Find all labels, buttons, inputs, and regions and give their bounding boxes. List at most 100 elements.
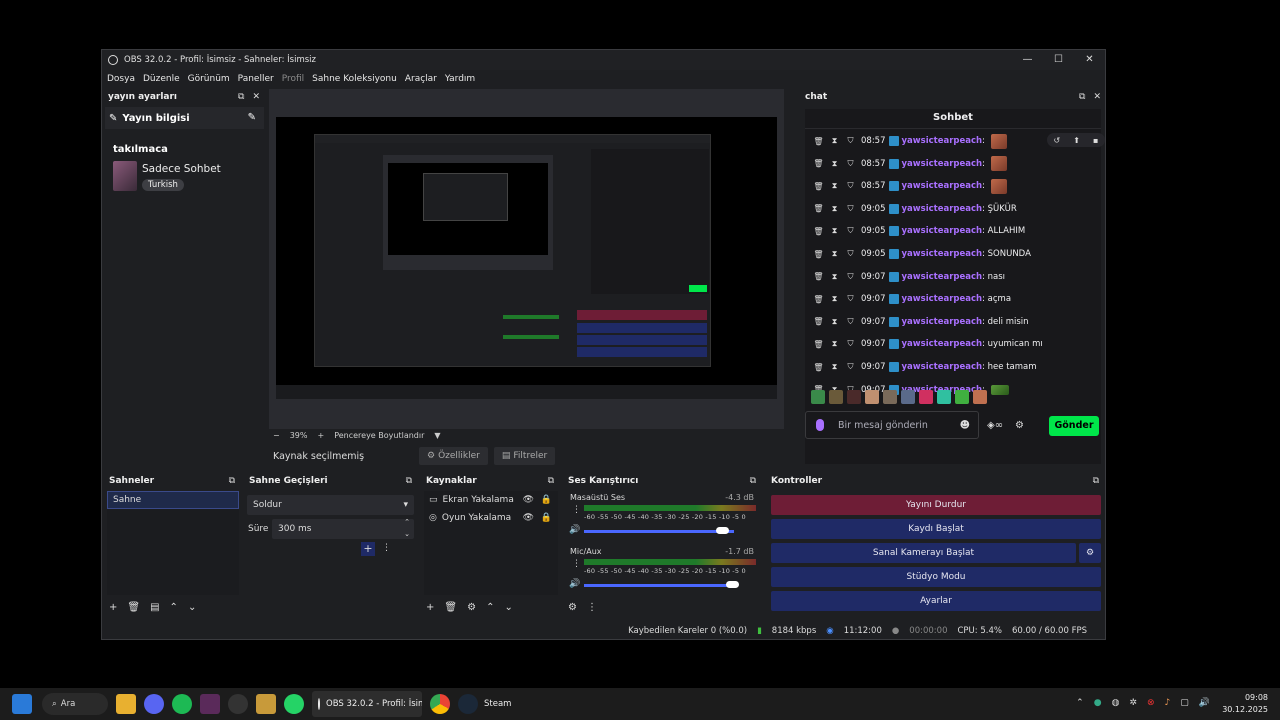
emoji-icon[interactable]: ☻: [960, 420, 970, 431]
down-icon[interactable]: ⌄: [188, 602, 196, 613]
tray-icon[interactable]: ◍: [1112, 698, 1120, 708]
popout-icon[interactable]: ⧉: [548, 476, 554, 486]
add-icon[interactable]: +: [109, 602, 117, 613]
eye-icon[interactable]: 👁: [523, 513, 534, 523]
menu-profil[interactable]: Profil: [282, 74, 304, 84]
trash-icon[interactable]: 🗑: [813, 295, 824, 304]
shield-icon[interactable]: ⛉: [845, 339, 856, 349]
trash-icon[interactable]: 🗑: [127, 602, 140, 613]
trash-icon[interactable]: 🗑: [813, 272, 824, 281]
tray-icon[interactable]: ●: [1094, 698, 1102, 708]
reply-icon[interactable]: ↺: [1054, 136, 1061, 145]
popout-icon[interactable]: ⧉: [750, 476, 756, 486]
more-icon[interactable]: ⋮: [572, 559, 581, 569]
popout-icon[interactable]: ⧉: [238, 92, 244, 102]
message-user[interactable]: yawsictearpeach: [902, 317, 983, 327]
edit-icon[interactable]: ✎: [248, 112, 256, 123]
menu-paneller[interactable]: Paneller: [238, 74, 274, 84]
close-icon[interactable]: ✕: [1093, 92, 1101, 102]
menu-yardim[interactable]: Yardım: [445, 74, 475, 84]
delete-icon[interactable]: ▪: [1093, 136, 1098, 145]
tray-icon[interactable]: ✲: [1129, 698, 1137, 708]
timeout-icon[interactable]: ⧗: [829, 136, 840, 146]
close-button[interactable]: ✕: [1074, 50, 1105, 70]
obs-app-icon[interactable]: [228, 694, 248, 714]
windows-start-icon[interactable]: [12, 694, 32, 714]
network-icon[interactable]: ▢: [1180, 698, 1189, 708]
virtual-camera-button[interactable]: Sanal Kamerayı Başlat: [771, 543, 1076, 563]
message-user[interactable]: yawsictearpeach: [902, 249, 983, 259]
source-item[interactable]: ▭ Ekran Yakalama 👁 🔒: [424, 491, 558, 509]
menu-duzenle[interactable]: Düzenle: [143, 74, 180, 84]
maximize-button[interactable]: ☐: [1043, 50, 1074, 70]
shield-icon[interactable]: ⛉: [845, 294, 856, 304]
message-user[interactable]: yawsictearpeach: [902, 362, 983, 372]
volume-icon[interactable]: 🔊: [1199, 698, 1210, 708]
trash-icon[interactable]: 🗑: [813, 340, 824, 349]
spotify-icon[interactable]: [172, 694, 192, 714]
trash-icon[interactable]: 🗑: [813, 204, 824, 213]
timeout-icon[interactable]: ⧗: [829, 204, 840, 214]
clock[interactable]: 09:08 30.12.2025: [1222, 692, 1268, 716]
trash-icon[interactable]: 🗑: [813, 182, 824, 191]
close-icon[interactable]: ✕: [252, 92, 260, 102]
popout-icon[interactable]: ⧉: [229, 476, 235, 486]
minimize-button[interactable]: —: [1012, 50, 1043, 70]
mixer-settings-icon[interactable]: ⚙: [568, 602, 577, 613]
speaker-icon[interactable]: 🔊: [569, 579, 580, 589]
timeout-icon[interactable]: ⧗: [829, 226, 840, 236]
obs-taskbar-button[interactable]: OBS 32.0.2 - Profil: İsimsiz: [312, 691, 422, 717]
source-item[interactable]: ◎ Oyun Yakalama 👁 🔒: [424, 509, 558, 527]
preview-canvas[interactable]: [276, 117, 777, 399]
up-icon[interactable]: ⌃: [486, 602, 494, 613]
duration-input[interactable]: 300 ms ⌃ ⌄: [272, 516, 414, 540]
file-explorer-icon[interactable]: [116, 694, 136, 714]
trash-icon[interactable]: 🗑: [813, 363, 824, 372]
gear-icon[interactable]: ⚙: [467, 602, 476, 613]
trash-icon[interactable]: 🗑: [813, 137, 824, 146]
pin-icon[interactable]: ⬆: [1073, 136, 1080, 145]
popout-icon[interactable]: ⧉: [1079, 92, 1085, 102]
eye-icon[interactable]: 👁: [523, 495, 534, 505]
menu-dosya[interactable]: Dosya: [107, 74, 135, 84]
preview-area[interactable]: [269, 89, 784, 429]
steam-icon[interactable]: [458, 694, 478, 714]
down-icon[interactable]: ⌄: [504, 602, 512, 613]
message-user[interactable]: yawsictearpeach: [902, 226, 983, 236]
add-icon[interactable]: +: [426, 602, 434, 613]
volume-knob[interactable]: [716, 527, 729, 534]
shield-icon[interactable]: ⛉: [845, 317, 856, 327]
timeout-icon[interactable]: ⧗: [829, 159, 840, 169]
steam-label[interactable]: Steam: [484, 699, 511, 709]
league-icon[interactable]: [256, 694, 276, 714]
more-icon[interactable]: ⋮: [382, 543, 391, 553]
message-user[interactable]: yawsictearpeach: [902, 272, 983, 282]
volume-slider[interactable]: [584, 530, 734, 533]
settings-button[interactable]: Ayarlar: [771, 591, 1101, 611]
lock-icon[interactable]: 🔒: [541, 495, 552, 505]
shield-icon[interactable]: ⛉: [845, 226, 856, 236]
volume-knob[interactable]: [726, 581, 739, 588]
shield-icon[interactable]: ⛉: [845, 204, 856, 214]
mic-icon[interactable]: [816, 419, 824, 431]
start-record-button[interactable]: Kaydı Başlat: [771, 519, 1101, 539]
fit-window-label[interactable]: Pencereye Boyutlandır: [334, 431, 424, 440]
trash-icon[interactable]: 🗑: [813, 317, 824, 326]
menu-araclar[interactable]: Araçlar: [405, 74, 437, 84]
whatsapp-icon[interactable]: [284, 694, 304, 714]
more-icon[interactable]: ⋮: [587, 602, 597, 613]
shield-icon[interactable]: ⛉: [845, 272, 856, 282]
emote-bar[interactable]: [811, 390, 1011, 404]
discord-icon[interactable]: [144, 694, 164, 714]
send-button[interactable]: Gönder: [1049, 416, 1099, 436]
chat-settings-icon[interactable]: ⚙: [1015, 420, 1024, 431]
timeout-icon[interactable]: ⧗: [829, 272, 840, 282]
timeout-icon[interactable]: ⧗: [829, 339, 840, 349]
studio-mode-button[interactable]: Stüdyo Modu: [771, 567, 1101, 587]
popout-icon[interactable]: ⧉: [1093, 476, 1099, 486]
stepper-icon[interactable]: ⌃ ⌄: [404, 516, 410, 540]
chevron-up-icon[interactable]: ⌃: [1076, 698, 1084, 708]
lock-icon[interactable]: 🔒: [541, 513, 552, 523]
scene-item[interactable]: Sahne: [107, 491, 239, 509]
menu-gorunum[interactable]: Görünüm: [188, 74, 230, 84]
